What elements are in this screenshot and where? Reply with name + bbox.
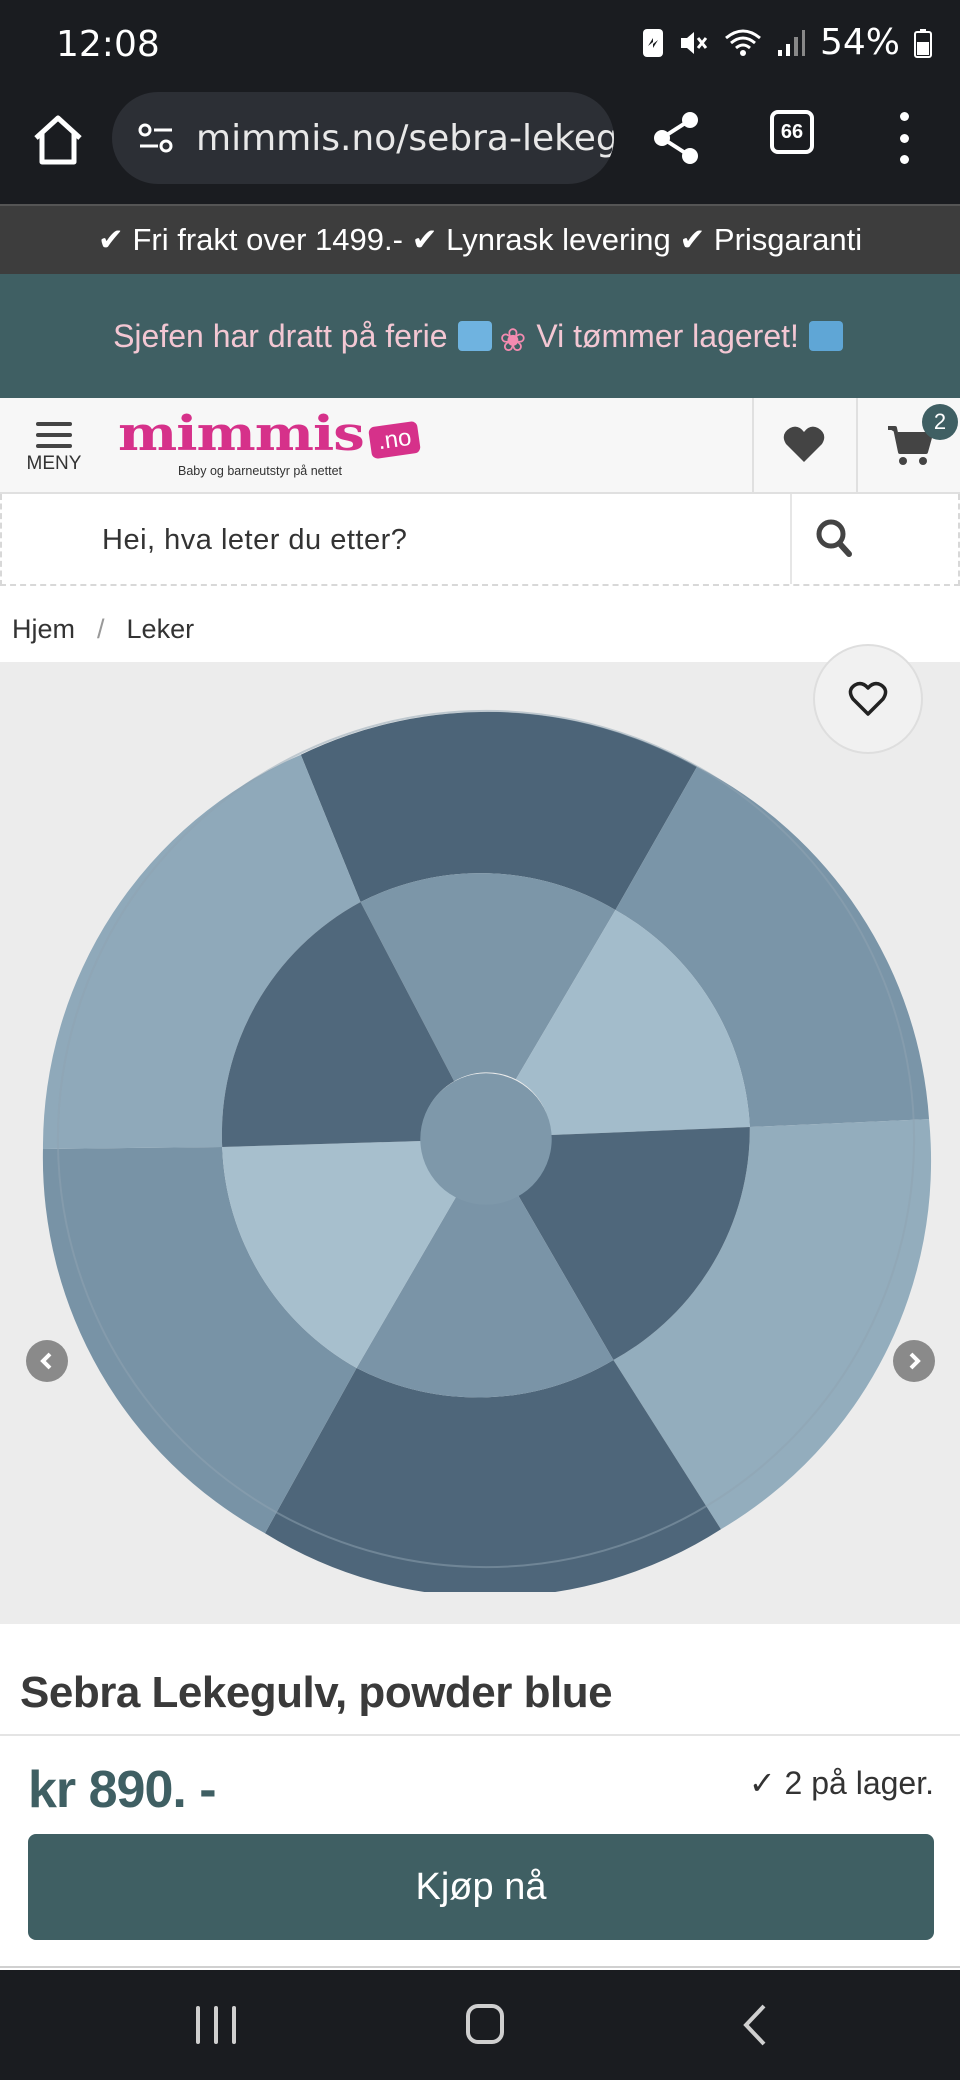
breadcrumb-home[interactable]: Hjem <box>12 614 75 645</box>
logo-wordmark: mimmis <box>118 406 365 463</box>
site-logo[interactable]: mimmis .no Baby og barneutstyr på nettet <box>118 406 422 486</box>
address-bar[interactable]: mimmis.no/sebra-lekegulv-powder-blue <box>112 92 614 184</box>
gallery-next-button[interactable] <box>893 1340 935 1382</box>
search-icon[interactable] <box>814 514 854 562</box>
more-vert-icon[interactable] <box>884 108 924 168</box>
campaign-text-a: Sjefen har dratt på ferie <box>113 317 448 354</box>
chevron-left-icon <box>40 1352 52 1370</box>
buy-now-button[interactable]: Kjøp nå <box>28 1834 934 1940</box>
campaign-banner[interactable]: Sjefen har dratt på ferie ❀ Vi tømmer la… <box>0 274 960 398</box>
search-divider <box>790 494 792 584</box>
sync-icon <box>642 28 663 57</box>
system-status-bar: 12:08 54% <box>0 0 960 88</box>
battery-icon <box>914 28 932 58</box>
chevron-right-icon <box>909 1352 921 1370</box>
logo-suffix: .no <box>368 420 422 460</box>
flamingo-icon: ❀ <box>499 322 527 358</box>
heart-outline-icon <box>848 681 888 716</box>
tab-switcher-button[interactable]: 66 <box>770 110 814 154</box>
signal-icon <box>777 29 805 56</box>
recent-apps-button[interactable] <box>196 2006 236 2044</box>
battery-percent: 54% <box>819 22 900 63</box>
cart-count-badge: 2 <box>922 404 958 440</box>
menu-label: MENY <box>26 453 82 474</box>
product-price: kr 890. - <box>28 1761 217 1819</box>
site-settings-icon[interactable] <box>136 118 176 158</box>
heart-icon[interactable] <box>782 424 826 464</box>
product-image <box>42 709 932 1592</box>
clock: 12:08 <box>56 24 160 65</box>
url-text: mimmis.no/sebra-lekegulv-powder-blue <box>196 117 614 159</box>
gallery-prev-button[interactable] <box>26 1340 68 1382</box>
usp-banner: ✔ Fri frakt over 1499.- ✔ Lynrask leveri… <box>0 204 960 274</box>
breadcrumb-category[interactable]: Leker <box>127 614 195 645</box>
home-icon[interactable] <box>28 110 88 170</box>
site-header: MENY mimmis .no Baby og barneutstyr på n… <box>0 398 960 494</box>
hotel-icon <box>808 321 843 351</box>
browser-toolbar: mimmis.no/sebra-lekegulv-powder-blue 66 <box>0 88 960 204</box>
system-home-button[interactable] <box>466 2004 504 2044</box>
divider <box>0 1734 960 1736</box>
favorite-button[interactable] <box>813 644 923 754</box>
product-title: Sebra Lekegulv, powder blue <box>20 1668 613 1717</box>
share-icon[interactable] <box>648 108 704 168</box>
wifi-icon <box>725 29 761 56</box>
breadcrumb: Hjem / Leker <box>12 614 194 645</box>
header-divider <box>752 398 754 492</box>
back-icon[interactable] <box>738 2002 772 2048</box>
beach-umbrella-icon <box>457 321 492 351</box>
status-icons: 54% <box>642 22 932 63</box>
breadcrumb-separator: / <box>97 614 105 644</box>
logo-tagline: Baby og barneutstyr på nettet <box>178 464 342 478</box>
search-input[interactable] <box>102 514 782 566</box>
search-bar <box>0 494 960 586</box>
stock-status: ✓ 2 på lager. <box>748 1765 934 1801</box>
system-navigation-bar <box>0 1970 960 2080</box>
divider <box>0 1966 960 1968</box>
menu-button[interactable]: MENY <box>22 422 86 492</box>
hamburger-icon <box>36 422 72 448</box>
campaign-text-b: Vi tømmer lageret! <box>536 317 799 354</box>
header-divider <box>856 398 858 492</box>
mute-icon <box>680 31 708 54</box>
